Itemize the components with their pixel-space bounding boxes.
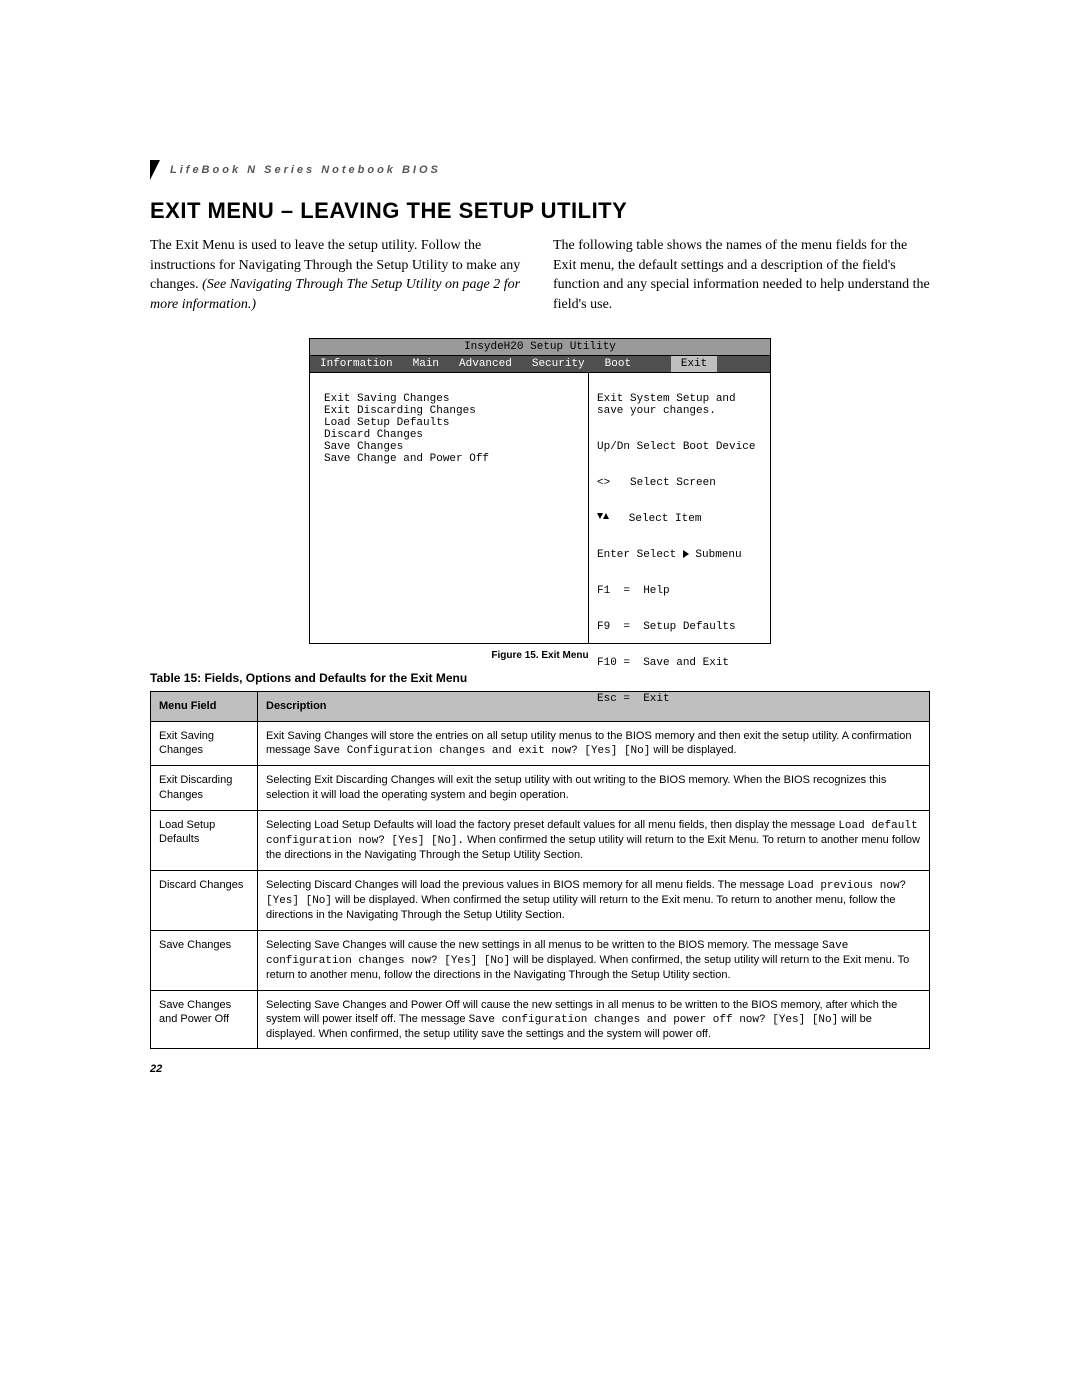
cell-field: Save Changes and Power Off xyxy=(151,990,258,1049)
cell-desc: Selecting Load Setup Defaults will load … xyxy=(258,810,930,870)
bios-key-hints: Up/Dn Select Boot Device <> Select Scree… xyxy=(597,417,762,729)
bios-right-pane: Exit System Setup and save your changes.… xyxy=(588,373,770,643)
bios-item-load-defaults[interactable]: Load Setup Defaults xyxy=(324,417,588,429)
cell-desc: Selecting Discard Changes will load the … xyxy=(258,870,930,930)
cell-field: Save Changes xyxy=(151,930,258,990)
table-caption: Table 15: Fields, Options and Defaults f… xyxy=(150,671,930,685)
bios-tab-information[interactable]: Information xyxy=(310,356,403,372)
th-description: Description xyxy=(258,692,930,721)
hint-updn: Up/Dn Select Boot Device xyxy=(597,441,762,453)
intro-columns: The Exit Menu is used to leave the setup… xyxy=(150,236,930,314)
bios-tab-advanced[interactable]: Advanced xyxy=(449,356,522,372)
hint-enter: Enter Select Submenu xyxy=(597,549,762,561)
page-title: EXIT MENU – LEAVING THE SETUP UTILITY xyxy=(150,198,930,224)
bios-item-exit-discarding[interactable]: Exit Discarding Changes xyxy=(324,405,588,417)
bios-title: InsydeH20 Setup Utility xyxy=(310,339,770,356)
bios-item-save[interactable]: Save Changes xyxy=(324,441,588,453)
bios-tab-boot[interactable]: Boot xyxy=(595,356,641,372)
running-head-text: LifeBook N Series Notebook BIOS xyxy=(170,164,441,176)
cell-field: Exit Discarding Changes xyxy=(151,766,258,811)
cell-field: Discard Changes xyxy=(151,870,258,930)
bios-body: Exit Saving Changes Exit Discarding Chan… xyxy=(310,372,770,643)
table-row: Load Setup Defaults Selecting Load Setup… xyxy=(151,810,930,870)
intro-left: The Exit Menu is used to leave the setup… xyxy=(150,236,527,314)
bios-item-discard[interactable]: Discard Changes xyxy=(324,429,588,441)
table-row: Exit Saving Changes Exit Saving Changes … xyxy=(151,721,930,766)
table-row: Discard Changes Selecting Discard Change… xyxy=(151,870,930,930)
running-header: LifeBook N Series Notebook BIOS xyxy=(150,160,930,180)
bios-left-pane: Exit Saving Changes Exit Discarding Chan… xyxy=(310,373,588,643)
hint-esc: Esc = Exit xyxy=(597,693,762,705)
header-mark-icon xyxy=(150,160,160,180)
cell-desc: Exit Saving Changes will store the entri… xyxy=(258,721,930,766)
cell-desc: Selecting Exit Discarding Changes will e… xyxy=(258,766,930,811)
page-number: 22 xyxy=(150,1063,930,1075)
cell-desc: Selecting Save Changes will cause the ne… xyxy=(258,930,930,990)
hint-arrows: Select Item xyxy=(597,513,762,525)
table-row: Save Changes and Power Off Selecting Sav… xyxy=(151,990,930,1049)
table-row: Save Changes Selecting Save Changes will… xyxy=(151,930,930,990)
document-page: LifeBook N Series Notebook BIOS EXIT MEN… xyxy=(150,0,930,1115)
bios-tab-main[interactable]: Main xyxy=(403,356,449,372)
hint-f1: F1 = Help xyxy=(597,585,762,597)
hint-f9: F9 = Setup Defaults xyxy=(597,621,762,633)
bios-item-save-power-off[interactable]: Save Change and Power Off xyxy=(324,453,588,465)
hint-leftright: <> Select Screen xyxy=(597,477,762,489)
cell-field: Load Setup Defaults xyxy=(151,810,258,870)
th-menu-field: Menu Field xyxy=(151,692,258,721)
bios-help-text: Exit System Setup and save your changes. xyxy=(597,393,762,417)
bios-panel: InsydeH20 Setup Utility Information Main… xyxy=(309,338,771,644)
intro-right: The following table shows the names of t… xyxy=(553,236,930,314)
cell-desc: Selecting Save Changes and Power Off wil… xyxy=(258,990,930,1049)
hint-f10: F10 = Save and Exit xyxy=(597,657,762,669)
figure-caption: Figure 15. Exit Menu xyxy=(150,650,930,661)
arrows-icon xyxy=(597,513,609,523)
bios-item-exit-saving[interactable]: Exit Saving Changes xyxy=(324,393,588,405)
bios-tab-security[interactable]: Security xyxy=(522,356,595,372)
bios-tab-exit[interactable]: Exit xyxy=(671,356,717,372)
intro-left-ref: (See Navigating Through The Setup Utilit… xyxy=(150,277,520,312)
cell-field: Exit Saving Changes xyxy=(151,721,258,766)
bios-tab-bar: Information Main Advanced Security Boot … xyxy=(310,356,770,372)
table-row: Exit Discarding Changes Selecting Exit D… xyxy=(151,766,930,811)
fields-table: Menu Field Description Exit Saving Chang… xyxy=(150,691,930,1049)
